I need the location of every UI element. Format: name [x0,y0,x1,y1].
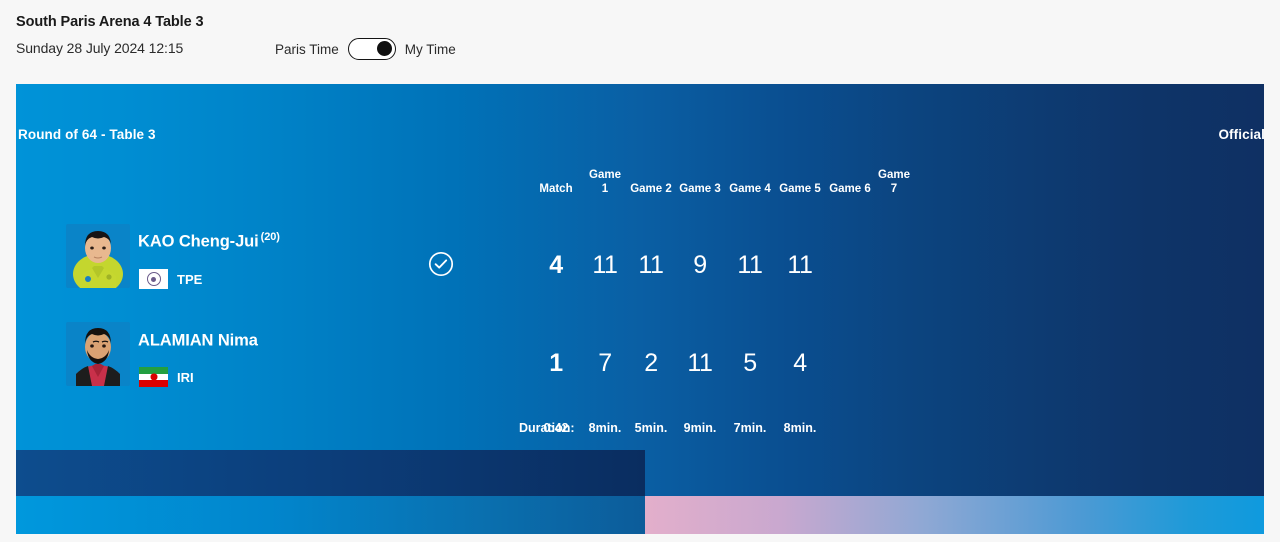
round-label: Round of 64 - Table 3 [18,127,156,142]
column-header-game-4: Game 4 [725,168,775,196]
player-photo-2 [66,322,130,386]
player-photo-1 [66,224,130,288]
column-header-line: Game [869,168,919,182]
player-name-1: KAO Cheng-Jui(20) [138,231,280,252]
column-header-line: 1 [580,182,630,196]
player-noc-code-1: TPE [177,272,202,287]
column-header-line: Game [580,168,630,182]
iri-emblem [150,374,157,381]
column-header-game-5: Game 5 [775,168,825,196]
duration-game-3: 9min. [675,421,725,435]
column-header-line: Game 3 [675,182,725,196]
venue-title: South Paris Arena 4 Table 3 [16,14,203,30]
column-header-line: Game 4 [725,182,775,196]
tpe-flag-icon [139,269,168,289]
column-header-line: Game 6 [825,182,875,196]
column-header-game-3: Game 3 [675,168,725,196]
my-time-label[interactable]: My Time [405,42,456,57]
duration-game-5: 8min. [775,421,825,435]
duration-game-2: 5min. [626,421,676,435]
iri-flag-white-stripe [139,374,168,381]
decorative-band-gradient [645,496,1264,534]
column-header-line: Game 2 [626,182,676,196]
decorative-band-dark [16,450,645,496]
paris-time-label[interactable]: Paris Time [275,42,339,57]
player-2-game-3-score: 11 [675,349,725,378]
player-1-game-4-score: 11 [725,251,775,280]
score-column-headers: MatchGame1Game 2Game 3Game 4Game 5Game 6… [516,168,916,208]
winner-check-icon [428,251,454,277]
iri-flag-red-stripe [139,380,168,387]
player-1-game-3-score: 9 [675,251,725,280]
time-zone-switcher[interactable]: Paris Time My Time [275,38,456,60]
match-datetime: Sunday 28 July 2024 12:15 [16,40,183,56]
tpe-emblem [147,272,161,286]
duration-game-4: 7min. [725,421,775,435]
player-2-game-1-score: 7 [580,349,630,378]
player-1-game-5-score: 11 [775,251,825,280]
player-name-1-text: KAO Cheng-Jui [138,233,259,251]
player-name-2: ALAMIAN Nima [138,330,260,351]
column-header-game-1: Game1 [580,168,630,196]
column-header-match: Match [531,168,581,196]
player-2-game-5-score: 4 [775,349,825,378]
toggle-knob [377,41,392,56]
player-2-game-4-score: 5 [725,349,775,378]
match-panel [16,84,1264,534]
player-2-match-score: 1 [531,349,581,378]
column-header-game-6: Game 6 [825,168,875,196]
column-header-game-2: Game 2 [626,168,676,196]
player-noc-code-2: IRI [177,370,194,385]
status-badge: Official [1218,127,1265,142]
time-toggle-switch[interactable] [348,38,396,60]
player-1-match-score: 4 [531,251,581,280]
player-1-game-2-score: 11 [626,251,676,280]
player-1-game-1-score: 11 [580,251,630,280]
duration-match-total: 0:42 [531,421,581,435]
player-seed-1: (20) [261,231,280,243]
duration-game-1: 8min. [580,421,630,435]
player-name-2-text: ALAMIAN Nima [138,332,258,350]
column-header-line: 7 [869,182,919,196]
iri-flag-icon [139,367,168,387]
decorative-band-light [16,496,645,534]
player-noc-1: TPE [139,269,202,289]
page-header: South Paris Arena 4 Table 3 Sunday 28 Ju… [0,0,1280,80]
player-noc-2: IRI [139,367,194,387]
column-header-line: Game 5 [775,182,825,196]
column-header-game-7: Game7 [869,168,919,196]
column-header-line: Match [531,182,581,196]
player-2-game-2-score: 2 [626,349,676,378]
